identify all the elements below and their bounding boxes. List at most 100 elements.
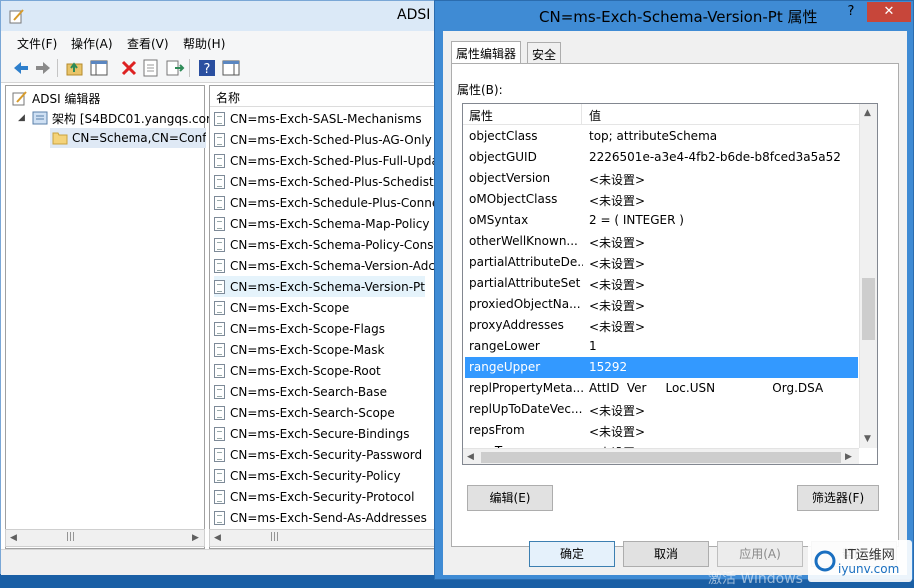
show-tree-icon[interactable] bbox=[89, 58, 109, 78]
list-horizontal-scrollbar[interactable]: ◀ ||| bbox=[209, 529, 439, 547]
svg-text:?: ? bbox=[204, 62, 211, 77]
tab-attribute-editor[interactable]: 属性编辑器 bbox=[451, 41, 522, 64]
list-item[interactable]: CN=ms-Exch-Secure-Bindings bbox=[214, 423, 409, 444]
watermark-site: IT运维网 bbox=[844, 548, 895, 563]
attribute-value: AttID Ver Loc.USN Org.DSA bbox=[589, 381, 824, 395]
list-item[interactable]: CN=ms-Exch-Sched-Plus-Schedist bbox=[214, 171, 434, 192]
vertical-scroll-thumb[interactable] bbox=[862, 278, 875, 340]
list-item[interactable]: CN=ms-Exch-Schema-Version-Pt bbox=[214, 276, 425, 297]
list-item[interactable]: CN=ms-Exch-Schema-Policy-Consumers bbox=[214, 234, 438, 255]
list-item-label: CN=ms-Exch-Schema-Policy-Consumers bbox=[230, 237, 438, 252]
toolbar-separator bbox=[57, 59, 58, 77]
attribute-row[interactable]: rangeLower 1 bbox=[465, 336, 858, 357]
export-list-icon[interactable] bbox=[165, 58, 185, 78]
attribute-value: <未设置> bbox=[589, 236, 646, 250]
horizontal-scroll-thumb[interactable] bbox=[481, 452, 841, 463]
attribute-row[interactable]: partialAttributeDe... <未设置> bbox=[465, 252, 858, 273]
menu-help[interactable]: 帮助(H) bbox=[183, 35, 225, 52]
list-item[interactable]: CN=ms-Exch-Schedule-Plus-Connector bbox=[214, 192, 438, 213]
list-item-label: CN=ms-Exch-Scope-Flags bbox=[230, 321, 386, 336]
show-action-pane-icon[interactable] bbox=[221, 58, 241, 78]
scroll-left-icon[interactable]: ◀ bbox=[10, 533, 17, 543]
list-item-label: CN=ms-Exch-Secure-Bindings bbox=[230, 426, 410, 441]
column-header-attribute[interactable]: 属性 bbox=[469, 107, 493, 124]
attribute-vertical-scrollbar[interactable]: ▲ ▼ bbox=[859, 104, 877, 448]
dialog-close-icon[interactable]: ✕ bbox=[867, 2, 911, 22]
tree-schema-node[interactable]: ◢ 架构 [S4BDC01.yangqs.com] bbox=[18, 108, 222, 128]
ok-button[interactable]: 确定 bbox=[529, 541, 615, 567]
tree-horizontal-scrollbar[interactable]: ◀ ||| ▶ bbox=[5, 529, 205, 547]
attribute-value: <未设置> bbox=[589, 404, 646, 418]
scroll-left-icon[interactable]: ◀ bbox=[467, 452, 474, 462]
schema-object-icon bbox=[214, 384, 225, 399]
menu-view[interactable]: 查看(V) bbox=[127, 35, 169, 52]
scroll-up-icon[interactable]: ▲ bbox=[864, 108, 871, 118]
list-item[interactable]: CN=ms-Exch-Security-Password bbox=[214, 444, 422, 465]
attribute-row[interactable]: oMObjectClass <未设置> bbox=[465, 189, 858, 210]
cancel-button[interactable]: 取消 bbox=[623, 541, 709, 567]
list-item[interactable]: CN=ms-Exch-Schema-Map-Policy bbox=[214, 213, 429, 234]
list-item[interactable]: CN=ms-Exch-Send-As-Addresses bbox=[214, 507, 427, 528]
attribute-row[interactable]: repsFrom <未设置> bbox=[465, 420, 858, 441]
attribute-row[interactable]: otherWellKnown... <未设置> bbox=[465, 231, 858, 252]
attribute-value: top; attributeSchema bbox=[589, 129, 718, 143]
attribute-row[interactable]: proxyAddresses <未设置> bbox=[465, 315, 858, 336]
menu-file[interactable]: 文件(F) bbox=[17, 35, 57, 52]
list-item[interactable]: CN=ms-Exch-Security-Protocol bbox=[214, 486, 414, 507]
list-item[interactable]: CN=ms-Exch-Scope bbox=[214, 297, 349, 318]
expand-arrow-icon[interactable]: ◢ bbox=[18, 113, 32, 123]
scroll-down-icon[interactable]: ▼ bbox=[864, 434, 871, 444]
attribute-row[interactable]: replUpToDateVec... <未设置> bbox=[465, 399, 858, 420]
attribute-row[interactable]: partialAttributeSet <未设置> bbox=[465, 273, 858, 294]
list-header-label: 名称 bbox=[216, 91, 241, 105]
attribute-name: repsFrom bbox=[469, 423, 525, 437]
help-icon[interactable]: ? bbox=[197, 58, 217, 78]
attribute-row[interactable]: oMSyntax 2 = ( INTEGER ) bbox=[465, 210, 858, 231]
list-item[interactable]: CN=ms-Exch-Schema-Version-Adc bbox=[214, 255, 435, 276]
list-item[interactable]: CN=ms-Exch-Security-Policy bbox=[214, 465, 401, 486]
attribute-row[interactable]: objectVersion <未设置> bbox=[465, 168, 858, 189]
column-header-value[interactable]: 值 bbox=[589, 107, 601, 124]
attribute-horizontal-scrollbar[interactable]: ◀ ▶ bbox=[463, 448, 859, 464]
attribute-row[interactable]: rangeUpper 15292 bbox=[465, 357, 858, 378]
scroll-right-icon[interactable]: ▶ bbox=[192, 533, 199, 543]
dialog-help-icon[interactable]: ? bbox=[838, 2, 864, 22]
dialog-title: CN=ms-Exch-Schema-Version-Pt 属性 bbox=[539, 8, 818, 26]
scroll-right-icon[interactable]: ▶ bbox=[845, 452, 852, 462]
list-item[interactable]: CN=ms-Exch-SASL-Mechanisms bbox=[214, 108, 422, 129]
list-item[interactable]: CN=ms-Exch-Sched-Plus-Full-Update bbox=[214, 150, 438, 171]
schema-object-icon bbox=[214, 447, 225, 462]
tab-security[interactable]: 安全 bbox=[527, 42, 562, 64]
attribute-name: objectVersion bbox=[469, 171, 551, 185]
attribute-row[interactable]: proxiedObjectNa... <未设置> bbox=[465, 294, 858, 315]
list-item[interactable]: CN=ms-Exch-Scope-Mask bbox=[214, 339, 384, 360]
attribute-name: replPropertyMeta... bbox=[469, 381, 583, 395]
forward-icon[interactable] bbox=[33, 58, 53, 78]
list-header-name[interactable]: 名称 bbox=[210, 86, 438, 107]
up-folder-icon[interactable] bbox=[65, 58, 85, 78]
list-item[interactable]: CN=ms-Exch-Scope-Root bbox=[214, 360, 381, 381]
list-item[interactable]: CN=ms-Exch-Search-Base bbox=[214, 381, 387, 402]
delete-icon[interactable] bbox=[119, 58, 139, 78]
attribute-name: otherWellKnown... bbox=[469, 234, 578, 248]
scroll-grip-icon[interactable]: ||| bbox=[66, 532, 75, 542]
menu-action[interactable]: 操作(A) bbox=[71, 35, 113, 52]
list-item-label: CN=ms-Exch-Schema-Map-Policy bbox=[230, 216, 430, 231]
scroll-left-icon[interactable]: ◀ bbox=[214, 533, 221, 543]
edit-button[interactable]: 编辑(E) bbox=[467, 485, 553, 511]
properties-icon[interactable] bbox=[141, 58, 161, 78]
attribute-row[interactable]: replPropertyMeta... AttID Ver Loc.USN Org… bbox=[465, 378, 858, 399]
list-item[interactable]: CN=ms-Exch-Scope-Flags bbox=[214, 318, 385, 339]
tree-container-node[interactable]: CN=Schema,CN=Configuration bbox=[50, 128, 206, 148]
list-item-label: CN=ms-Exch-Schema-Version-Pt bbox=[230, 279, 425, 294]
list-item[interactable]: CN=ms-Exch-Sched-Plus-AG-Only bbox=[214, 129, 432, 150]
apply-button[interactable]: 应用(A) bbox=[717, 541, 803, 567]
tree-root[interactable]: ADSI 编辑器 bbox=[12, 88, 100, 108]
list-item-label: CN=ms-Exch-Search-Base bbox=[230, 384, 388, 399]
attribute-row[interactable]: objectGUID 2226501e-a3e4-4fb2-b6de-b8fced… bbox=[465, 147, 858, 168]
list-item[interactable]: CN=ms-Exch-Search-Scope bbox=[214, 402, 395, 423]
filter-button[interactable]: 筛选器(F) bbox=[797, 485, 879, 511]
scroll-grip-icon[interactable]: ||| bbox=[270, 532, 279, 542]
back-icon[interactable] bbox=[11, 58, 31, 78]
attribute-row[interactable]: objectClass top; attributeSchema bbox=[465, 126, 858, 147]
